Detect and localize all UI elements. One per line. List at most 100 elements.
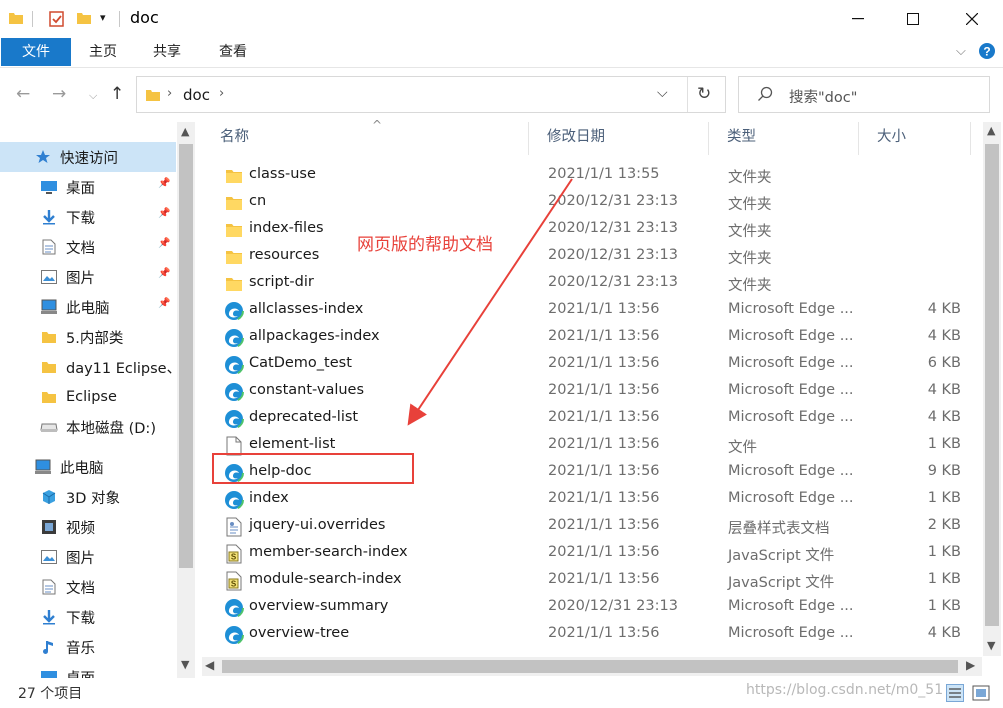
file-list-scrollbar[interactable]: ▲ ▼ (983, 122, 1001, 656)
file-date: 2021/1/1 13:56 (548, 544, 660, 560)
nav-item-label: 视频 (66, 520, 95, 537)
file-row[interactable]: overview-summary 2020/12/31 23:13 Microsof… (202, 594, 982, 621)
close-button[interactable] (949, 0, 995, 38)
nav-item[interactable]: 此电脑 (0, 452, 176, 482)
nav-item[interactable]: 本地磁盘 (D:) (0, 412, 176, 442)
up-arrow-icon[interactable]: ↑ (110, 84, 124, 104)
properties-icon[interactable] (48, 10, 66, 32)
column-header-size[interactable]: 大小 (859, 122, 971, 155)
forward-arrow-icon[interactable]: → (52, 84, 66, 104)
maximize-button[interactable] (890, 0, 936, 38)
new-folder-icon[interactable] (76, 10, 92, 30)
nav-item[interactable]: 3D 对象 (0, 482, 176, 512)
expand-ribbon-icon[interactable]: ⌵ (956, 44, 966, 59)
nav-item[interactable]: 下载 (0, 602, 176, 632)
nav-item[interactable]: day11 Eclipse、 (0, 352, 176, 382)
nav-item[interactable]: 图片 (0, 542, 176, 572)
file-row[interactable]: index-files 2020/12/31 23:13 文件夹 (202, 216, 982, 243)
chevron-right-icon[interactable]: › (167, 86, 172, 101)
details-view-icon[interactable] (946, 684, 964, 706)
tab-file[interactable]: 文件 (1, 38, 71, 66)
svg-text:S: S (231, 553, 237, 562)
file-size: 1 KB (927, 544, 961, 560)
customize-dropdown-icon[interactable]: ▾ (100, 11, 106, 24)
folder-icon (40, 328, 58, 346)
file-row[interactable]: CatDemo_test 2021/1/1 13:56 Microsoft Edge… (202, 351, 982, 378)
pin-icon[interactable]: 📌 (158, 238, 170, 249)
file-row[interactable]: deprecated-list 2021/1/1 13:56 Microsoft E… (202, 405, 982, 432)
music-icon (40, 638, 58, 656)
pin-icon[interactable]: 📌 (158, 178, 170, 189)
chevron-right-icon[interactable]: › (219, 86, 224, 101)
file-row[interactable]: Smodule-search-index 2021/1/1 13:56 JavaSc… (202, 567, 982, 594)
column-header-date[interactable]: 修改日期 (529, 122, 709, 155)
pin-icon[interactable]: 📌 (158, 268, 170, 279)
pin-icon[interactable]: 📌 (158, 298, 170, 309)
file-name: overview-summary (249, 598, 389, 614)
file-row[interactable]: class-use 2021/1/1 13:55 文件夹 (202, 162, 982, 189)
file-row[interactable]: overview-tree 2021/1/1 13:56 Microsoft Edg… (202, 621, 982, 648)
nav-item[interactable]: 桌面 (0, 172, 176, 202)
file-size: 4 KB (927, 382, 961, 398)
file-row[interactable]: allpackages-index 2021/1/1 13:56 Microsoft… (202, 324, 982, 351)
file-name: resources (249, 247, 320, 263)
horizontal-scrollbar[interactable]: ◀ ▶ (202, 657, 982, 676)
nav-item[interactable]: 音乐 (0, 632, 176, 662)
nav-item[interactable]: 下载 (0, 202, 176, 232)
nav-item[interactable]: 文档 (0, 232, 176, 262)
scroll-up-icon[interactable]: ▲ (987, 124, 995, 137)
tab-home[interactable]: 主页 (78, 38, 128, 66)
tab-share[interactable]: 共享 (142, 38, 192, 66)
pin-icon[interactable]: 📌 (158, 208, 170, 219)
scroll-down-icon[interactable]: ▼ (987, 639, 995, 652)
file-row[interactable]: index 2021/1/1 13:56 Microsoft Edge ... 1 K… (202, 486, 982, 513)
file-row[interactable]: script-dir 2020/12/31 23:13 文件夹 (202, 270, 982, 297)
nav-item[interactable]: 5.内部类 (0, 322, 176, 352)
file-row[interactable]: resources 2020/12/31 23:13 文件夹 (202, 243, 982, 270)
folder-icon[interactable] (8, 10, 24, 30)
recent-locations-icon[interactable]: ⌵ (89, 89, 97, 103)
breadcrumb-doc[interactable]: doc (183, 86, 210, 104)
tab-view[interactable]: 查看 (208, 38, 258, 66)
column-header-type[interactable]: 类型 (709, 122, 859, 155)
scroll-left-icon[interactable]: ◀ (205, 658, 214, 672)
file-type: JavaScript 文件 (728, 548, 835, 564)
file-row[interactable]: cn 2020/12/31 23:13 文件夹 (202, 189, 982, 216)
back-arrow-icon[interactable]: ← (16, 84, 30, 104)
file-row[interactable]: Smember-search-index 2021/1/1 13:56 JavaSc… (202, 540, 982, 567)
nav-item[interactable]: 此电脑 (0, 292, 176, 322)
scroll-right-icon[interactable]: ▶ (966, 658, 975, 672)
column-headers: ^ 名称 修改日期 类型 大小 (202, 118, 982, 155)
chevron-down-icon[interactable]: ⌵ (657, 85, 668, 101)
file-row[interactable]: jquery-ui.overrides 2021/1/1 13:56 层叠样式表文档… (202, 513, 982, 540)
star-icon (34, 148, 52, 166)
address-bar[interactable]: › doc › ⌵ ↻ (136, 76, 726, 113)
refresh-icon[interactable]: ↻ (697, 84, 711, 104)
file-name: script-dir (249, 274, 314, 290)
nav-item[interactable]: 视频 (0, 512, 176, 542)
file-row[interactable]: constant-values 2021/1/1 13:56 Microsoft E… (202, 378, 982, 405)
scroll-up-icon[interactable]: ▲ (181, 125, 189, 138)
nav-item[interactable]: Eclipse (0, 382, 176, 412)
file-name: member-search-index (249, 544, 408, 560)
column-header-name[interactable]: 名称 (202, 122, 529, 155)
file-date: 2021/1/1 13:56 (548, 490, 660, 506)
nav-item[interactable]: 图片 (0, 262, 176, 292)
nav-scrollbar[interactable]: ▲ ▼ (177, 122, 195, 678)
help-icon[interactable]: ? (978, 42, 996, 64)
scrollbar-thumb[interactable] (222, 660, 958, 673)
file-name: class-use (249, 166, 316, 182)
scrollbar-thumb[interactable] (985, 144, 999, 626)
search-input[interactable]: 搜索"doc" (738, 76, 990, 113)
nav-item[interactable]: 文档 (0, 572, 176, 602)
file-row[interactable]: allclasses-index 2021/1/1 13:56 Microsoft … (202, 297, 982, 324)
scroll-down-icon[interactable]: ▼ (181, 658, 189, 671)
nav-item[interactable]: 快速访问 (0, 142, 176, 172)
minimize-button[interactable] (835, 0, 881, 38)
nav-item-label: 3D 对象 (66, 490, 120, 507)
file-name: CatDemo_test (249, 355, 352, 371)
large-icons-view-icon[interactable] (972, 684, 990, 706)
file-type: 文件 (728, 440, 757, 456)
scrollbar-thumb[interactable] (179, 144, 193, 568)
nav-item[interactable]: 桌面 (0, 662, 176, 678)
